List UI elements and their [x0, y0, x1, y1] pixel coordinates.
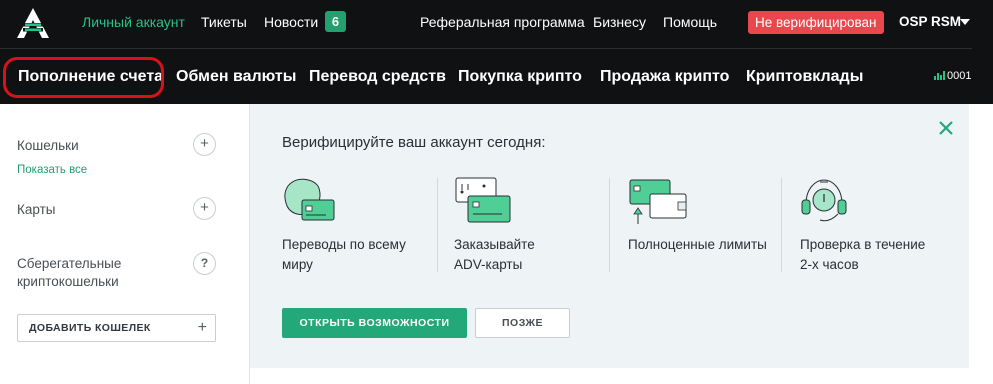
nav-tickets[interactable]: Тикеты: [201, 13, 247, 31]
sidebar-item-cards[interactable]: Карты: [17, 201, 55, 219]
support-headset-icon: [801, 179, 847, 222]
feature-fast-verification: Проверка в течение 2-х часов: [800, 176, 960, 278]
feature-text: Заказывайте ADV-карты: [454, 237, 535, 272]
verification-status-badge[interactable]: Не верифицирован: [748, 11, 884, 34]
stat-counter[interactable]: 0001: [947, 69, 971, 83]
add-wallet-plus-icon[interactable]: +: [193, 133, 216, 156]
nav-business[interactable]: Бизнесу: [593, 13, 646, 31]
add-wallet-button[interactable]: ДОБАВИТЬ КОШЕЛЕК +: [17, 314, 216, 342]
sidebar-item-wallets[interactable]: Кошельки: [17, 137, 79, 155]
nav-referral-program[interactable]: Реферальная программа: [420, 13, 585, 31]
highlight-annotation: [3, 57, 164, 98]
tab-sell-crypto[interactable]: Продажа крипто: [600, 67, 729, 87]
card-wallet-icon: [629, 179, 687, 224]
add-wallet-label: ДОБАВИТЬ КОШЕЛЕК: [29, 322, 151, 334]
feature-adv-cards: Заказывайте ADV-карты: [454, 176, 609, 278]
add-card-plus-icon[interactable]: +: [193, 197, 216, 220]
globe-card-icon: [284, 178, 335, 221]
show-all-link[interactable]: Показать все: [17, 163, 87, 177]
bar-chart-icon: [934, 71, 945, 80]
sidebar: Кошельки + Показать все Карты + Сберегат…: [0, 104, 250, 384]
open-features-button[interactable]: ОТКРЫТЬ ВОЗМОЖНОСТИ: [282, 308, 467, 338]
feature-divider: [609, 178, 610, 272]
chevron-down-icon[interactable]: [960, 19, 970, 25]
feature-text: Переводы по всему миру: [282, 237, 406, 272]
nav-help[interactable]: Помощь: [663, 13, 717, 31]
feature-text: Полноценные лимиты: [628, 237, 767, 252]
tab-transfer[interactable]: Перевод средств: [309, 67, 446, 87]
feature-divider: [781, 178, 782, 272]
feature-worldwide-transfers: Переводы по всему миру: [282, 176, 437, 278]
advcash-logo-icon[interactable]: [14, 6, 52, 40]
tab-crypto-deposits[interactable]: Криптовклады: [746, 67, 863, 87]
feature-text: Проверка в течение 2-х часов: [800, 237, 926, 272]
user-menu[interactable]: OSP RSM: [899, 13, 961, 31]
close-icon[interactable]: [938, 120, 954, 136]
adv-cards-icon: [455, 177, 511, 223]
later-button[interactable]: ПОЗЖЕ: [475, 308, 570, 338]
promo-title: Верифицируйте ваш аккаунт сегодня:: [282, 134, 546, 151]
plus-icon: +: [197, 319, 207, 336]
tab-currency-exchange[interactable]: Обмен валюты: [176, 67, 296, 87]
feature-full-limits: Полноценные лимиты: [628, 176, 783, 278]
nav-personal-account[interactable]: Личный аккаунт: [82, 13, 185, 31]
tab-buy-crypto[interactable]: Покупка крипто: [458, 67, 582, 87]
news-count-badge[interactable]: 6: [325, 11, 346, 32]
verification-promo-panel: Верифицируйте ваш аккаунт сегодня: Перев…: [250, 104, 969, 368]
sidebar-item-savings[interactable]: Сберегательные криптокошельки: [17, 255, 167, 291]
help-question-icon[interactable]: ?: [193, 252, 216, 275]
header-divider: [0, 48, 972, 49]
page-right-gutter: [969, 104, 993, 384]
nav-news[interactable]: Новости: [264, 13, 318, 31]
feature-divider: [437, 178, 438, 272]
top-header: Личный аккаунт Тикеты Новости 6 Рефераль…: [0, 0, 993, 104]
